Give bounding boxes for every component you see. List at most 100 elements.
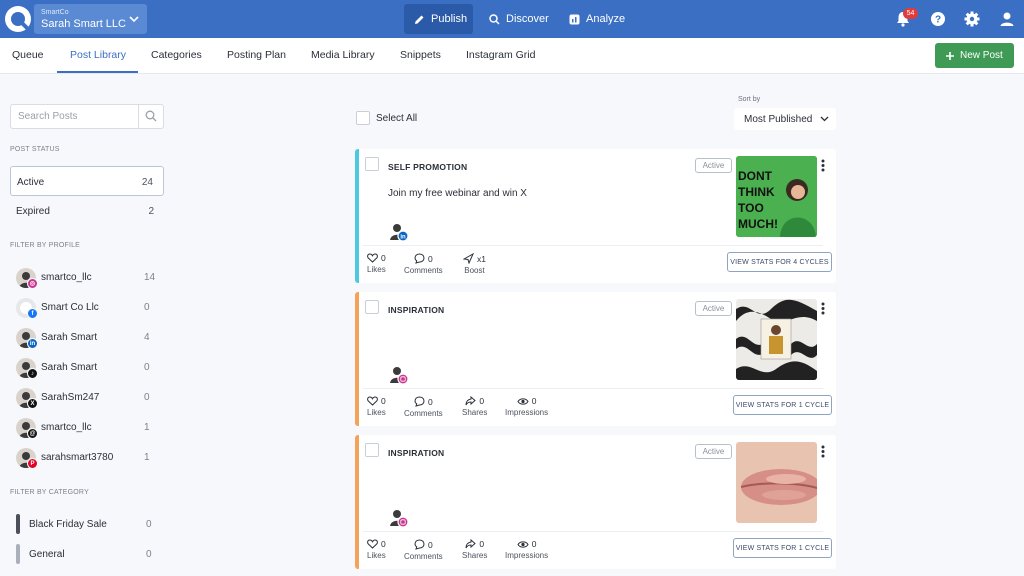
user-icon[interactable] — [998, 10, 1016, 28]
metric-label: Comments — [404, 266, 443, 275]
profile-filter-heading: FILTER BY PROFILE — [10, 242, 81, 249]
metric-value: 0 — [427, 396, 433, 407]
profile-filter-item[interactable]: P sarahsmart3780 1 — [16, 446, 156, 470]
more-options-icon[interactable] — [821, 302, 825, 315]
threads-icon: @ — [27, 428, 38, 439]
category-color-bar — [16, 514, 20, 534]
shares-metric: 0 Shares — [462, 539, 487, 560]
heart-icon — [367, 253, 378, 263]
status-label: Active — [17, 177, 45, 188]
profile-filter-item[interactable]: @ smartco_llc 1 — [16, 416, 156, 440]
select-all-control[interactable]: Select All — [356, 111, 417, 125]
card-divider — [363, 531, 823, 532]
status-badge: Active — [695, 158, 732, 173]
profile-filter-item[interactable]: ♪ Sarah Smart 0 — [16, 356, 156, 380]
nav-discover[interactable]: Discover — [479, 4, 559, 34]
status-filter-active[interactable]: Active 24 — [10, 166, 164, 196]
new-post-button[interactable]: New Post — [935, 43, 1014, 68]
post-checkbox[interactable] — [365, 443, 379, 457]
tab-categories[interactable]: Categories — [151, 49, 202, 61]
search-divider — [138, 105, 139, 128]
comments-metric: 0 Comments — [404, 396, 443, 418]
metric-label: Likes — [367, 408, 386, 417]
help-icon[interactable]: ? — [929, 10, 947, 28]
pencil-icon — [414, 14, 425, 25]
nav-analyze[interactable]: Analyze — [559, 4, 635, 34]
tab-bar: Queue Post Library Categories Posting Pl… — [0, 38, 1024, 74]
profile-filter-item[interactable]: ◎ smartco_llc 14 — [16, 266, 156, 290]
profile-avatar — [389, 508, 409, 528]
metric-label: Comments — [404, 552, 443, 561]
comments-metric: 0 Comments — [404, 539, 443, 561]
select-all-checkbox[interactable] — [356, 111, 370, 125]
sort-dropdown[interactable]: Most Published — [734, 108, 836, 130]
tab-posting-plan[interactable]: Posting Plan — [227, 49, 286, 61]
nav-publish-label: Publish — [431, 13, 468, 25]
post-checkbox[interactable] — [365, 300, 379, 314]
top-navigation-bar: SmartCo Sarah Smart LLC Publish Discover… — [0, 0, 1024, 38]
status-count: 2 — [148, 206, 154, 217]
app-logo-icon[interactable] — [4, 5, 32, 33]
profile-count: 0 — [144, 302, 150, 313]
metric-value: 0 — [479, 396, 485, 406]
linkedin-icon: in — [27, 338, 38, 349]
status-badge: Active — [695, 301, 732, 316]
more-options-icon[interactable] — [821, 159, 825, 172]
post-category: INSPIRATION — [388, 448, 445, 458]
profile-filter-item[interactable]: X SarahSm247 0 — [16, 386, 156, 410]
post-image[interactable] — [736, 299, 817, 380]
category-filter-item[interactable]: General 0 — [16, 544, 156, 566]
profile-count: 4 — [144, 332, 150, 343]
tiktok-icon: ♪ — [27, 368, 38, 379]
tab-instagram-grid[interactable]: Instagram Grid — [466, 49, 535, 61]
search-posts-input[interactable] — [11, 105, 138, 128]
category-color-bar — [16, 544, 20, 564]
workspace-name: Sarah Smart LLC — [41, 18, 126, 30]
view-stats-button[interactable]: VIEW STATS FOR 1 CYCLE — [733, 538, 832, 558]
category-name: Black Friday Sale — [29, 519, 107, 530]
eye-icon — [517, 397, 529, 406]
plus-icon — [945, 51, 955, 61]
svg-text:?: ? — [935, 15, 941, 26]
more-options-icon[interactable] — [821, 445, 825, 458]
nav-publish[interactable]: Publish — [404, 4, 473, 34]
tab-media-library[interactable]: Media Library — [311, 49, 375, 61]
thumb-text: THINK — [738, 185, 775, 199]
x-icon: X — [27, 398, 38, 409]
thumb-text: DONT — [738, 169, 773, 183]
category-filter-item[interactable]: Black Friday Sale 0 — [16, 514, 156, 536]
metric-value: 0 — [479, 539, 485, 549]
comments-metric: 0 Comments — [404, 253, 443, 275]
chevron-down-icon — [129, 15, 139, 23]
profile-name: sarahsmart3780 — [41, 452, 114, 463]
gear-icon[interactable] — [963, 10, 981, 28]
new-post-label: New Post — [960, 50, 1003, 61]
category-count: 0 — [146, 519, 152, 530]
profile-count: 0 — [144, 362, 150, 373]
profile-filter-item[interactable]: in Sarah Smart 4 — [16, 326, 156, 350]
profile-name: SarahSm247 — [41, 392, 100, 403]
view-stats-button[interactable]: VIEW STATS FOR 1 CYCLE — [733, 395, 832, 415]
card-divider — [363, 245, 823, 246]
profile-name: smartco_llc — [41, 272, 92, 283]
post-image[interactable]: DONT THINK TOO MUCH! — [736, 156, 817, 237]
tab-queue[interactable]: Queue — [12, 49, 44, 61]
nav-analyze-label: Analyze — [586, 13, 626, 25]
profile-count: 1 — [144, 452, 150, 463]
tab-snippets[interactable]: Snippets — [400, 49, 441, 61]
post-image[interactable] — [736, 442, 817, 523]
status-filter-expired[interactable]: Expired 2 — [10, 196, 164, 226]
metric-label: Likes — [367, 551, 386, 560]
post-card: INSPIRATION Active 0 Likes 0 Comments 0 … — [355, 435, 836, 569]
tab-post-library[interactable]: Post Library — [70, 49, 126, 61]
metric-label: Likes — [367, 265, 386, 274]
workspace-switcher[interactable]: SmartCo Sarah Smart LLC — [34, 4, 147, 34]
view-stats-button[interactable]: VIEW STATS FOR 4 CYCLES — [727, 252, 832, 272]
boost-metric: x1 Boost — [463, 253, 486, 275]
card-divider — [363, 388, 823, 389]
sort-by-label: Sort by — [738, 96, 761, 103]
post-checkbox[interactable] — [365, 157, 379, 171]
post-status-heading: POST STATUS — [10, 146, 60, 153]
profile-filter-item[interactable]: f Smart Co Llc 0 — [16, 296, 156, 320]
search-icon[interactable] — [145, 110, 157, 122]
